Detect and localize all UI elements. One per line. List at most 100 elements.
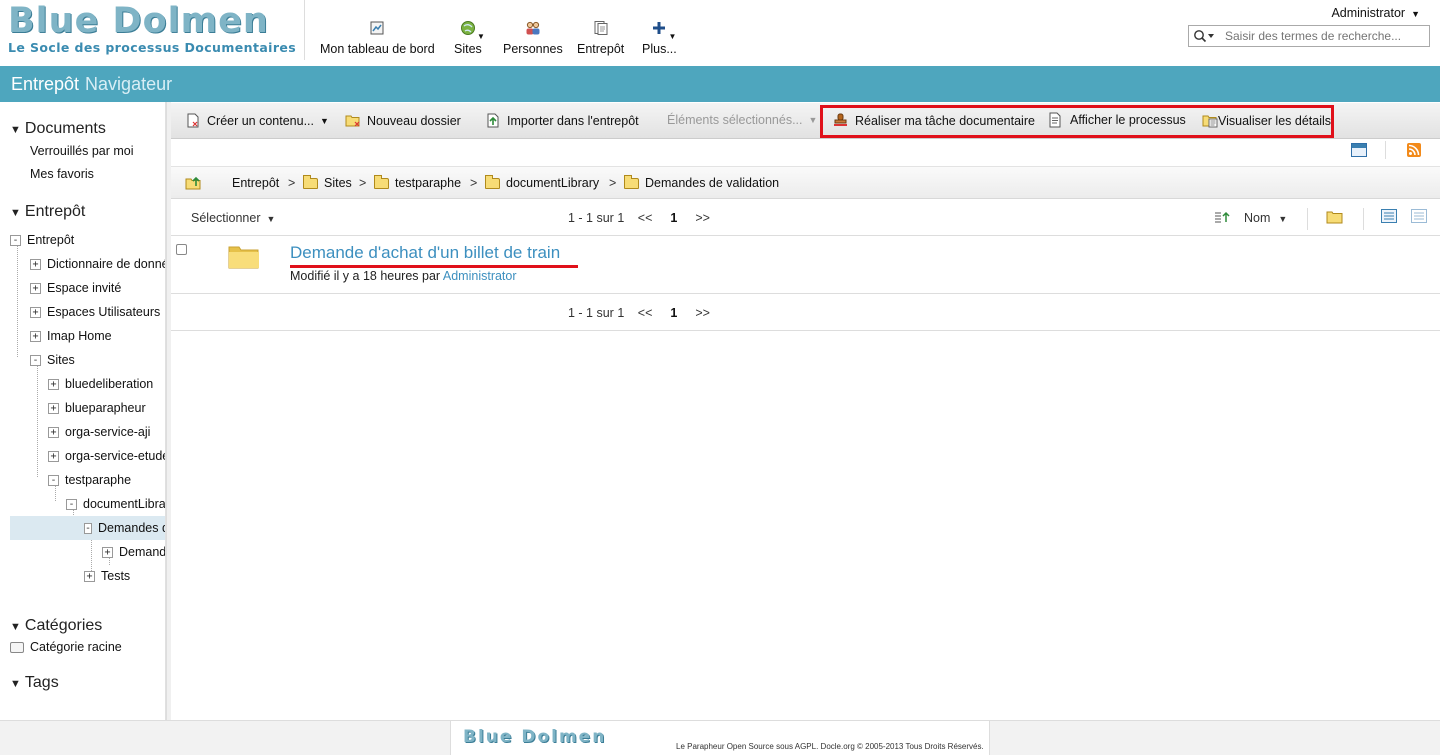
tree-node-label: Dictionnaire de données: [47, 257, 165, 271]
select-menu[interactable]: Sélectionner ▼: [191, 211, 275, 225]
category-root-label: Catégorie racine: [30, 640, 122, 654]
new-document-icon: [185, 113, 200, 128]
tree-node-tests[interactable]: + Tests: [84, 564, 130, 588]
category-root[interactable]: Catégorie racine: [10, 635, 122, 659]
breadcrumb-item-demandes[interactable]: Demandes de validation: [624, 174, 779, 190]
breadcrumb-item-sites[interactable]: Sites: [303, 174, 352, 190]
tree-node-entrepot[interactable]: - Entrepôt: [10, 228, 74, 252]
simple-view-icon[interactable]: [1411, 209, 1427, 226]
next-page-link[interactable]: >>: [695, 306, 710, 320]
sort-direction-icon[interactable]: [1214, 210, 1230, 227]
tree-node-label: bluedeliberation: [65, 377, 154, 391]
tree-node-blueparapheur[interactable]: + blueparapheur: [48, 396, 146, 420]
create-content-label: Créer un contenu...: [207, 113, 315, 128]
search-input[interactable]: [1219, 29, 1419, 43]
tree-node-orga-service-aji[interactable]: + orga-service-aji: [48, 420, 150, 444]
tree-node-demandes-de-validation[interactable]: -Demandes de validation: [10, 516, 165, 540]
row-checkbox[interactable]: [176, 244, 187, 255]
expand-toggle-icon[interactable]: +: [48, 402, 59, 414]
expand-toggle-icon[interactable]: +: [30, 282, 41, 294]
nav-more[interactable]: ▼ Plus...: [642, 20, 677, 56]
tree-node-espaces-utilisateurs[interactable]: + Espaces Utilisateurs: [30, 300, 160, 324]
plus-icon: ▼: [651, 20, 676, 41]
tree-node-testparaphe[interactable]: - testparaphe: [48, 468, 131, 492]
repository-section-header[interactable]: ▼ Entrepôt: [10, 203, 85, 221]
collapse-icon: ▼: [10, 678, 21, 690]
expand-toggle-icon[interactable]: +: [48, 378, 59, 390]
tree-node-sites[interactable]: - Sites: [30, 348, 75, 372]
tree-node-imap-home[interactable]: + Imap Home: [30, 324, 112, 348]
detailed-view-icon[interactable]: [1381, 209, 1397, 226]
breadcrumb-item-testparaphe[interactable]: testparaphe: [374, 174, 461, 190]
fullscreen-icon[interactable]: [1351, 143, 1367, 157]
collapse-toggle-icon[interactable]: -: [66, 498, 77, 510]
selected-items-label: Éléments sélectionnés...: [667, 113, 803, 127]
expand-toggle-icon[interactable]: +: [102, 546, 113, 558]
show-folders-icon[interactable]: [1326, 210, 1343, 227]
expand-toggle-icon[interactable]: +: [30, 258, 41, 270]
chevron-down-icon: ▼: [1278, 214, 1288, 224]
tree-node-label: documentLibrary: [83, 497, 166, 511]
pagination-top: 1 - 1 sur 1 << 1 >>: [568, 211, 710, 225]
new-folder-label: Nouveau dossier: [367, 113, 461, 128]
expand-toggle-icon[interactable]: +: [30, 306, 41, 318]
expand-toggle-icon[interactable]: +: [84, 570, 95, 582]
next-page-link[interactable]: >>: [695, 211, 710, 225]
prev-page-link[interactable]: <<: [638, 306, 653, 320]
parent-folder-icon[interactable]: [185, 175, 203, 193]
collapse-toggle-icon[interactable]: -: [48, 474, 59, 486]
import-button[interactable]: Importer dans l'entrepôt: [485, 113, 639, 128]
folder-icon[interactable]: [228, 243, 259, 269]
modified-by-link[interactable]: Administrator: [443, 269, 517, 283]
my-favorites-link[interactable]: Mes favoris: [30, 167, 94, 181]
locked-by-me-link[interactable]: Verrouillés par moi: [30, 144, 134, 158]
table-row: Demande d'achat d'un billet de train Mod…: [171, 237, 1440, 294]
fullscreen-icon-bar: [1352, 144, 1366, 148]
create-content-button[interactable]: Créer un contenu... ▼: [185, 113, 329, 128]
rss-icon[interactable]: [1407, 143, 1421, 157]
tree-node-demande-achat[interactable]: + Demande d'achat d'un billet de train: [102, 540, 165, 564]
documents-section-header[interactable]: ▼ Documents: [10, 120, 106, 138]
tree-node-label: Espace invité: [47, 281, 122, 295]
tree-node-espace-invite[interactable]: + Espace invité: [30, 276, 121, 300]
breadcrumb-label: Sites: [324, 176, 352, 190]
nav-label: Personnes: [503, 42, 563, 56]
nav-sites[interactable]: ▼ Sites: [454, 20, 485, 56]
tree-line: [17, 245, 18, 357]
prev-page-link[interactable]: <<: [638, 211, 653, 225]
breadcrumb-item-documentlibrary[interactable]: documentLibrary: [485, 174, 599, 190]
logo[interactable]: Blue Dolmen Le Socle des processus Docum…: [8, 2, 296, 55]
expand-toggle-icon[interactable]: +: [30, 330, 41, 342]
chevron-down-icon: ▼: [266, 214, 276, 224]
expand-toggle-icon[interactable]: +: [48, 426, 59, 438]
chevron-down-icon: ▼: [320, 115, 329, 126]
search-box: [1188, 25, 1430, 47]
expand-toggle-icon[interactable]: +: [48, 450, 59, 462]
collapse-toggle-icon[interactable]: -: [30, 354, 41, 366]
nav-repository[interactable]: Entrepôt: [577, 20, 624, 56]
people-icon: [525, 20, 541, 36]
sort-by-menu[interactable]: Nom ▼: [1244, 211, 1287, 225]
tree-node-label: orga-service-aji: [65, 425, 151, 439]
new-folder-icon: [345, 113, 360, 128]
user-menu[interactable]: Administrator ▼: [1331, 6, 1420, 20]
breadcrumb-item-entrepot[interactable]: Entrepôt: [232, 176, 279, 190]
collapse-toggle-icon[interactable]: -: [10, 234, 21, 246]
nav-dashboard[interactable]: Mon tableau de bord: [320, 20, 435, 56]
selected-items-menu[interactable]: Éléments sélectionnés... ▼: [667, 113, 817, 127]
tags-section-header[interactable]: ▼ Tags: [10, 674, 59, 692]
item-title-link[interactable]: Demande d'achat d'un billet de train: [290, 243, 560, 263]
search-icon[interactable]: [1189, 26, 1219, 46]
tree-node-dictionnaire[interactable]: + Dictionnaire de données: [30, 252, 165, 276]
tree-node-documentlibrary[interactable]: -documentLibrary: [66, 492, 166, 516]
nav-people[interactable]: Personnes: [503, 20, 563, 56]
collapse-toggle-icon[interactable]: -: [84, 522, 93, 534]
new-folder-button[interactable]: Nouveau dossier: [345, 113, 461, 128]
folder-icon: [624, 174, 639, 189]
documents-section-title: Documents: [24, 120, 106, 137]
left-sidebar: ▼ Documents Verrouillés par moi Mes favor…: [0, 102, 166, 720]
chevron-down-icon: ▼: [1411, 9, 1420, 19]
categories-section-header[interactable]: ▼ Catégories: [10, 617, 102, 635]
tree-node-orga-service-etudes[interactable]: + orga-service-etudes: [48, 444, 165, 468]
tree-node-bluedeliberation[interactable]: + bluedeliberation: [48, 372, 153, 396]
